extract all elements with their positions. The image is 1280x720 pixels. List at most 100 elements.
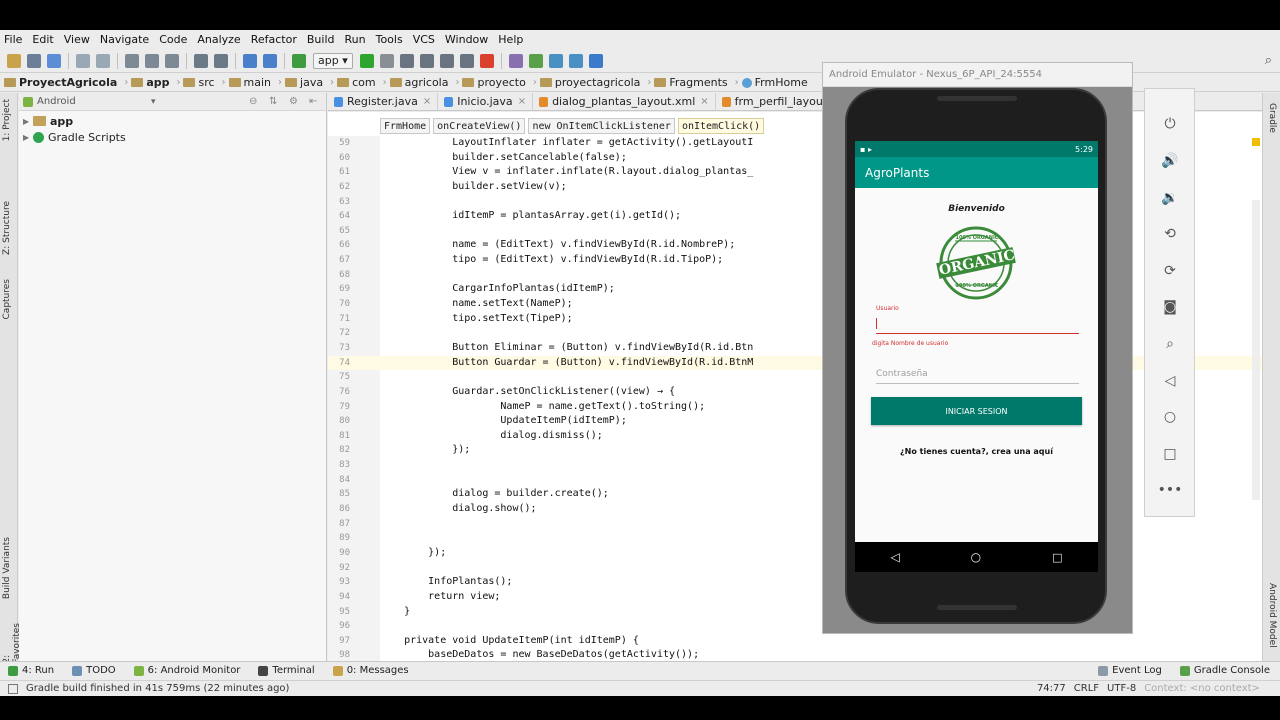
menu-window[interactable]: Window <box>445 33 488 46</box>
menu-edit[interactable]: Edit <box>32 33 53 46</box>
menu-view[interactable]: View <box>64 33 90 46</box>
menu-code[interactable]: Code <box>159 33 187 46</box>
tool-terminal[interactable]: Terminal <box>258 665 315 676</box>
replace-icon[interactable] <box>214 53 228 68</box>
crumb-frmhome[interactable]: FrmHome <box>741 76 808 89</box>
tool-messages[interactable]: 0: Messages <box>332 665 409 676</box>
paste-icon[interactable] <box>165 53 179 68</box>
coverage-icon[interactable] <box>419 53 434 68</box>
hide-icon[interactable]: ⇤ <box>309 96 317 107</box>
tab-project[interactable]: 1: Project <box>2 99 12 141</box>
toggle-tool-windows-icon[interactable] <box>8 683 18 694</box>
crumb-java[interactable]: java <box>285 76 323 89</box>
project-view-select[interactable]: Android <box>37 96 76 107</box>
editor-crumb-listener[interactable]: new OnItemClickListener <box>528 118 675 134</box>
back-icon[interactable] <box>243 53 257 68</box>
expand-arrow-icon[interactable]: ▶ <box>23 117 33 126</box>
menu-tools[interactable]: Tools <box>376 33 403 46</box>
editor-crumb-method[interactable]: onCreateView() <box>433 118 526 134</box>
save-icon[interactable] <box>27 53 41 68</box>
scroll-from-source-icon[interactable]: ⇅ <box>269 96 277 107</box>
editor-scrollbar[interactable] <box>1252 200 1260 500</box>
volume-up-icon[interactable]: 🔊 <box>1159 150 1181 172</box>
tab-inicio-java[interactable]: Inicio.java × <box>438 92 534 111</box>
avd-manager-icon[interactable] <box>548 53 563 68</box>
close-icon[interactable]: × <box>423 96 431 107</box>
find-icon[interactable] <box>194 53 208 68</box>
debug-icon[interactable] <box>399 53 414 68</box>
forward-icon[interactable] <box>263 53 277 68</box>
cut-icon[interactable] <box>125 53 139 68</box>
tool-todo[interactable]: TODO <box>72 665 116 676</box>
chevron-down-icon[interactable]: ▾ <box>151 97 156 107</box>
crumb-fragments[interactable]: Fragments <box>654 76 728 89</box>
caret-position[interactable]: 74:77 <box>1037 683 1066 694</box>
crumb-src[interactable]: src <box>183 76 215 89</box>
rotate-right-icon[interactable]: ⟳ <box>1159 260 1181 282</box>
profile-icon[interactable] <box>439 53 454 68</box>
open-icon[interactable] <box>7 53 21 68</box>
tab-structure[interactable]: Z: Structure <box>2 201 12 255</box>
apply-changes-icon[interactable] <box>379 53 394 68</box>
tool-event-log[interactable]: Event Log <box>1098 665 1162 676</box>
menu-build[interactable]: Build <box>307 33 335 46</box>
structure-icon[interactable] <box>508 53 523 68</box>
zoom-icon[interactable]: ⌕ <box>1159 333 1181 355</box>
tab-dialog-plantas-layout[interactable]: dialog_plantas_layout.xml × <box>533 92 716 111</box>
back-nav-icon[interactable]: ◁ <box>890 550 899 564</box>
more-icon[interactable]: ••• <box>1158 479 1183 501</box>
tab-build-variants[interactable]: Build Variants <box>2 537 12 599</box>
tool-gradle-console[interactable]: Gradle Console <box>1179 665 1270 676</box>
power-icon[interactable]: ⏻ <box>1159 113 1181 135</box>
run-config-select[interactable]: app ▾ <box>313 52 353 69</box>
rotate-left-icon[interactable]: ⟲ <box>1159 223 1181 245</box>
menu-refactor[interactable]: Refactor <box>251 33 297 46</box>
search-everywhere-icon[interactable]: ⌕ <box>1265 53 1272 68</box>
menu-run[interactable]: Run <box>345 33 366 46</box>
overview-icon[interactable]: □ <box>1159 443 1181 465</box>
crumb-agricola[interactable]: agricola <box>389 76 448 89</box>
redo-icon[interactable] <box>96 53 110 68</box>
crumb-main[interactable]: main <box>228 76 271 89</box>
tab-gradle[interactable]: Gradle <box>1267 103 1277 133</box>
gradle-sync-icon[interactable] <box>528 53 543 68</box>
crumb-com[interactable]: com <box>337 76 376 89</box>
file-encoding[interactable]: UTF-8 <box>1107 683 1136 694</box>
undo-icon[interactable] <box>76 53 90 68</box>
tab-register-java[interactable]: Register.java × <box>328 92 439 111</box>
home-icon[interactable]: ○ <box>1159 406 1181 428</box>
copy-icon[interactable] <box>145 53 159 68</box>
gear-icon[interactable]: ⚙ <box>289 96 298 107</box>
username-field[interactable] <box>876 315 1079 333</box>
menu-file[interactable]: File <box>4 33 22 46</box>
password-field[interactable]: Contraseña <box>876 369 928 379</box>
crumb-proyecto[interactable]: proyecto <box>462 76 526 89</box>
close-icon[interactable]: × <box>518 96 526 107</box>
editor-crumb-class[interactable]: FrmHome <box>380 118 431 134</box>
close-icon[interactable]: × <box>700 96 708 107</box>
crumb-project[interactable]: ProyectAgricola <box>4 76 117 89</box>
register-link[interactable]: ¿No tienes cuenta?, crea una aquí <box>855 447 1098 456</box>
home-nav-icon[interactable]: ○ <box>971 550 981 564</box>
back-icon[interactable]: ◁ <box>1159 370 1181 392</box>
crumb-app[interactable]: app <box>131 76 169 89</box>
recents-nav-icon[interactable]: □ <box>1052 551 1062 564</box>
login-button[interactable]: INICIAR SESION <box>871 397 1082 425</box>
tool-run[interactable]: 4: Run <box>8 665 54 676</box>
collapse-all-icon[interactable]: ⊖ <box>249 96 257 107</box>
tab-captures[interactable]: Captures <box>2 279 12 319</box>
volume-down-icon[interactable]: 🔉 <box>1159 187 1181 209</box>
make-project-icon[interactable] <box>292 53 306 68</box>
editor-crumb-onitemclick[interactable]: onItemClick() <box>677 118 765 134</box>
tree-item-app[interactable]: ▶ app <box>19 113 326 129</box>
code-line[interactable]: 97 private void UpdateItemP(int idItemP)… <box>328 634 1262 649</box>
tool-android-monitor[interactable]: 6: Android Monitor <box>133 665 240 676</box>
tree-item-gradle-scripts[interactable]: ▶ Gradle Scripts <box>19 129 326 145</box>
camera-icon[interactable]: ◙ <box>1159 296 1181 318</box>
crumb-proyectagricola[interactable]: proyectagricola <box>539 76 640 89</box>
sync-icon[interactable] <box>47 53 61 68</box>
sdk-manager-icon[interactable] <box>568 53 583 68</box>
menu-analyze[interactable]: Analyze <box>197 33 240 46</box>
emulator-title[interactable]: Android Emulator - Nexus_6P_API_24:5554 <box>823 63 1132 87</box>
menu-vcs[interactable]: VCS <box>413 33 435 46</box>
